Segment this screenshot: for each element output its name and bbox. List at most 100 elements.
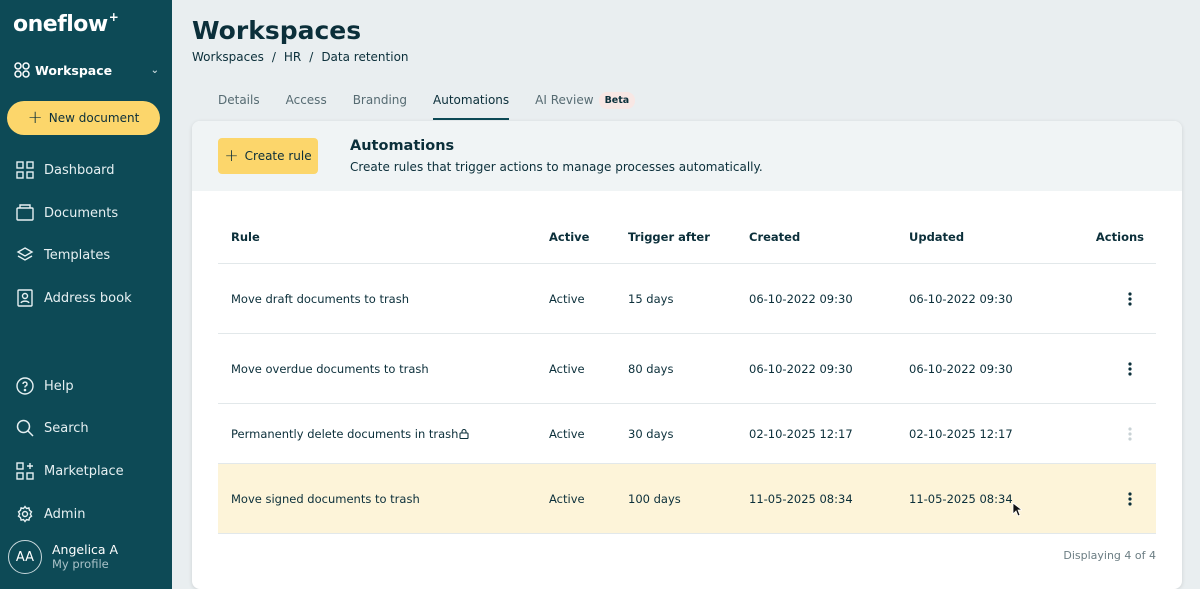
workspace-label: Workspace [35, 62, 113, 78]
kebab-menu-icon[interactable] [1120, 489, 1140, 509]
nav-item-address-book[interactable]: Address book [16, 286, 132, 310]
create-rule-label: Create rule [244, 149, 312, 163]
workspace-icon [14, 62, 30, 78]
breadcrumb-item[interactable]: HR [284, 50, 301, 64]
breadcrumb-separator: / [271, 50, 276, 64]
rule-updated: 02-10-2025 12:17 [909, 426, 1013, 441]
help-icon [16, 377, 34, 395]
nav-label: Dashboard [44, 162, 115, 178]
nav-item-marketplace[interactable]: Marketplace [16, 459, 124, 483]
sidebar: oneflow + Workspace ⌄ + New document Dash… [0, 0, 172, 589]
column-header-created: Created [749, 230, 801, 244]
nav-item-admin[interactable]: Admin [16, 502, 85, 526]
rule-trigger: 15 days [628, 291, 674, 306]
automations-header: + Create rule Automations Create rules t… [192, 121, 1182, 191]
rule-trigger: 100 days [628, 491, 681, 506]
results-count: Displaying 4 of 4 [1063, 549, 1156, 562]
main-content: Workspaces Workspaces / HR / Data retent… [172, 0, 1200, 589]
nav-label: Documents [44, 205, 119, 221]
tab-details[interactable]: Details [218, 80, 260, 120]
rule-name: Move overdue documents to trash [218, 362, 549, 376]
kebab-menu-icon[interactable] [1120, 289, 1140, 309]
nav-label: Templates [44, 247, 111, 263]
tab-ai-review[interactable]: AI Review Beta [535, 80, 636, 120]
breadcrumb-item[interactable]: Workspaces [192, 50, 264, 64]
column-header-actions: Actions [1095, 230, 1144, 244]
breadcrumb-item: Data retention [321, 50, 409, 64]
mouse-cursor-icon [1012, 502, 1022, 517]
kebab-menu-icon [1120, 424, 1140, 444]
nav-label: Search [44, 420, 89, 436]
column-header-trigger-after: Trigger after [628, 230, 710, 244]
rule-status: Active [549, 291, 585, 306]
rule-name: Permanently delete documents in trash [218, 427, 549, 441]
nav-label: Address book [44, 290, 132, 306]
rule-created: 06-10-2022 09:30 [749, 361, 853, 376]
table-row[interactable]: Move signed documents to trash Active 10… [218, 464, 1156, 534]
table-row[interactable]: Move overdue documents to trash Active 8… [218, 334, 1156, 404]
rule-actions [1089, 359, 1156, 379]
rule-name-text: Permanently delete documents in trash [231, 426, 459, 441]
contact-icon [17, 289, 33, 307]
profile-menu[interactable]: AA Angelica A My profile [8, 540, 118, 574]
page-title: Workspaces [192, 16, 362, 45]
nav-item-templates[interactable]: Templates [16, 243, 110, 267]
tab-label: Automations [433, 93, 510, 107]
rule-name-text: Move draft documents to trash [231, 291, 410, 306]
beta-badge: Beta [598, 91, 636, 109]
table-row[interactable]: Permanently delete documents in trash Ac… [218, 404, 1156, 464]
tab-automations[interactable]: Automations [433, 80, 510, 120]
new-document-label: New document [48, 111, 140, 125]
documents-icon [16, 204, 34, 221]
avatar: AA [8, 540, 42, 574]
table-row[interactable]: Move draft documents to trash Active 15 … [218, 264, 1156, 334]
nav-label: Help [44, 378, 74, 394]
automations-description: Create rules that trigger actions to man… [350, 160, 763, 174]
kebab-menu-icon[interactable] [1120, 359, 1140, 379]
tab-label: Access [285, 93, 327, 107]
rule-updated: 06-10-2022 09:30 [909, 361, 1013, 376]
profile-name: Angelica A [52, 542, 119, 557]
rule-name-text: Move signed documents to trash [231, 491, 420, 506]
logo-mark: + [108, 10, 119, 24]
nav-item-search[interactable]: Search [16, 416, 89, 440]
rule-trigger: 80 days [628, 361, 674, 376]
plus-icon: + [27, 107, 43, 128]
nav-item-help[interactable]: Help [16, 374, 74, 398]
rule-actions [1089, 424, 1156, 444]
automations-card: + Create rule Automations Create rules t… [192, 121, 1182, 589]
rules-table: Rule Active Trigger after Created Update… [218, 211, 1156, 534]
rule-status: Active [549, 426, 585, 441]
breadcrumb-separator: / [309, 50, 314, 64]
rule-name: Move draft documents to trash [218, 292, 549, 306]
rule-name-text: Move overdue documents to trash [231, 361, 429, 376]
oneflow-logo[interactable]: oneflow + [13, 10, 119, 37]
rule-actions [1089, 489, 1156, 509]
table-header: Rule Active Trigger after Created Update… [218, 211, 1156, 264]
tab-bar: Details Access Branding Automations AI R… [218, 80, 661, 120]
rule-status: Active [549, 491, 585, 506]
new-document-button[interactable]: + New document [7, 101, 160, 135]
tab-label: Branding [352, 93, 408, 107]
nav-item-dashboard[interactable]: Dashboard [16, 158, 115, 182]
tab-label: AI Review [535, 93, 594, 107]
logo-text: oneflow [13, 12, 108, 37]
create-rule-button[interactable]: + Create rule [218, 138, 318, 174]
rule-name: Move signed documents to trash [218, 492, 549, 506]
rule-status: Active [549, 361, 585, 376]
breadcrumb: Workspaces / HR / Data retention [192, 50, 409, 64]
tab-access[interactable]: Access [286, 80, 327, 120]
rule-updated: 11-05-2025 08:34 [909, 491, 1013, 506]
plus-icon: + [224, 145, 239, 166]
layers-icon [16, 247, 34, 261]
nav-item-documents[interactable]: Documents [16, 201, 118, 225]
rule-created: 06-10-2022 09:30 [749, 291, 853, 306]
column-header-updated: Updated [909, 230, 965, 244]
nav-label: Marketplace [44, 463, 124, 479]
chevron-down-icon: ⌄ [150, 64, 159, 76]
tab-label: Details [218, 93, 260, 107]
tab-branding[interactable]: Branding [353, 80, 407, 120]
workspace-switcher[interactable]: Workspace ⌄ [13, 60, 159, 80]
search-icon [16, 419, 34, 437]
column-header-active: Active [549, 230, 590, 244]
